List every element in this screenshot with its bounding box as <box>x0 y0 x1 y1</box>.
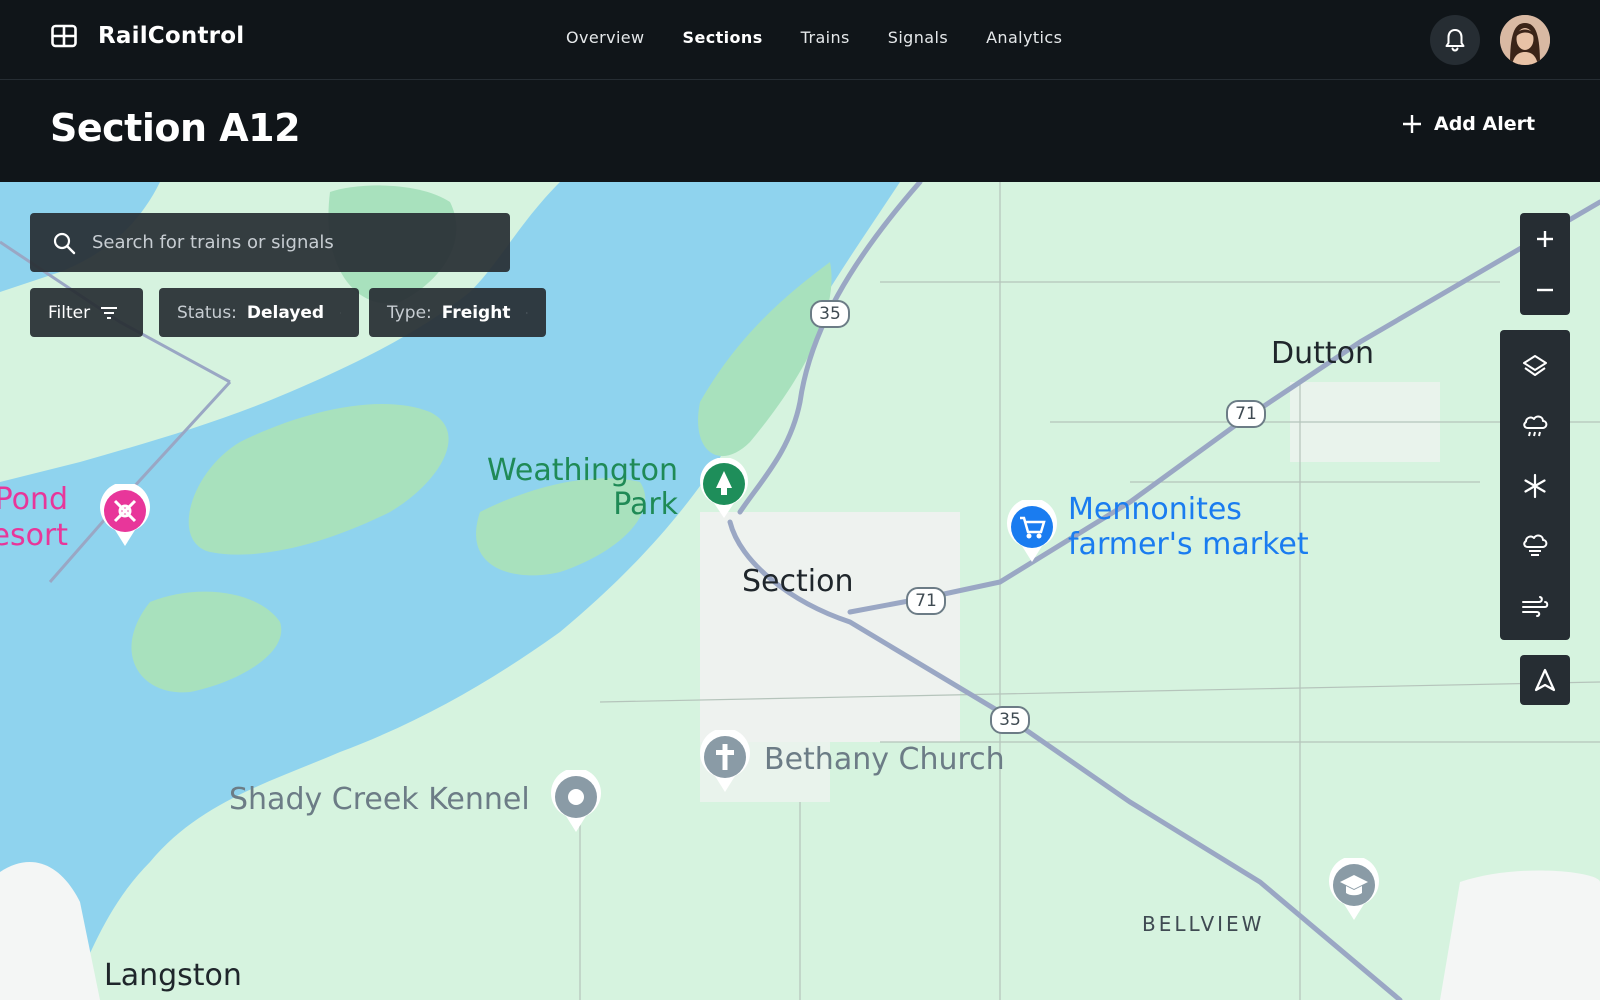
main-nav: Overview Sections Trains Signals Analyti… <box>566 28 1062 47</box>
resort-pin[interactable] <box>97 484 153 548</box>
kennel-pin[interactable] <box>548 770 604 834</box>
minus-icon <box>1537 288 1553 291</box>
navigate-icon <box>1534 668 1556 692</box>
church-pin[interactable] <box>697 730 753 794</box>
filter-chip-status[interactable]: Status: Delayed <box>159 288 359 337</box>
label-dutton: Dutton <box>1271 336 1375 371</box>
chip-status-key: Status: <box>177 302 237 323</box>
label-pond-resort: Pond Resort <box>0 482 69 553</box>
plus-icon <box>1537 230 1553 247</box>
search-bar[interactable] <box>30 213 510 272</box>
app-name: RailControl <box>98 23 245 49</box>
grid-icon <box>51 24 77 48</box>
search-input[interactable] <box>90 231 470 254</box>
snow-layer-button[interactable] <box>1500 456 1570 516</box>
page-header: Section A12 Add Alert <box>0 80 1600 182</box>
chip-type-key: Type: <box>387 302 432 323</box>
label-bellview: BELLVIEW <box>1142 912 1265 936</box>
snowflake-icon <box>1524 473 1546 499</box>
route-shield-71-east: 71 <box>1226 400 1266 428</box>
nav-sections[interactable]: Sections <box>683 28 763 47</box>
layers-icon <box>1523 355 1547 376</box>
hail-layer-button[interactable] <box>1500 516 1570 576</box>
nav-trains[interactable]: Trains <box>801 28 850 47</box>
rain-icon <box>1523 415 1548 437</box>
brand[interactable]: RailControl <box>50 22 244 50</box>
label-shady-creek-kennel: Shady Creek Kennel <box>229 782 530 817</box>
plus-icon <box>1403 115 1421 133</box>
zoom-controls <box>1520 213 1570 315</box>
locate-control <box>1520 655 1570 705</box>
label-langston: Langston <box>104 958 242 993</box>
avatar-image <box>1500 15 1550 65</box>
close-icon[interactable] <box>526 306 528 320</box>
nav-overview[interactable]: Overview <box>566 28 645 47</box>
chip-type-value: Freight <box>441 302 511 323</box>
chip-status-value: Delayed <box>246 302 325 323</box>
filter-lines-icon <box>101 306 118 319</box>
nav-signals[interactable]: Signals <box>888 28 948 47</box>
filter-chip-type[interactable]: Type: Freight <box>369 288 546 337</box>
park-pin[interactable] <box>697 458 751 520</box>
hail-icon <box>1523 534 1548 556</box>
wind-layer-button[interactable] <box>1500 576 1570 636</box>
label-weathington-park: Weathington Park <box>487 453 679 522</box>
label-mennonites-market: Mennonites farmer's market <box>1068 492 1309 562</box>
route-shield-35-south: 35 <box>990 706 1030 734</box>
market-pin[interactable] <box>1004 500 1060 564</box>
add-alert-button[interactable]: Add Alert <box>1396 112 1541 136</box>
avatar[interactable] <box>1500 15 1550 65</box>
layer-controls <box>1500 330 1570 640</box>
label-section: Section <box>742 564 854 599</box>
rain-layer-button[interactable] <box>1500 396 1570 456</box>
dot-icon <box>568 789 584 805</box>
filter-label: Filter <box>48 302 91 323</box>
close-icon[interactable] <box>340 306 341 320</box>
school-pin[interactable] <box>1326 858 1382 922</box>
layers-button[interactable] <box>1500 336 1570 396</box>
search-icon <box>53 232 76 254</box>
add-alert-label: Add Alert <box>1434 113 1536 135</box>
nav-analytics[interactable]: Analytics <box>986 28 1062 47</box>
navigate-button[interactable] <box>1520 655 1570 705</box>
route-shield-35-north: 35 <box>810 300 850 328</box>
route-shield-71-west: 71 <box>906 587 946 615</box>
bell-icon <box>1445 29 1465 52</box>
notifications-button[interactable] <box>1430 15 1480 65</box>
wind-icon <box>1522 596 1549 617</box>
label-bethany-church: Bethany Church <box>764 742 1005 777</box>
zoom-out-button[interactable] <box>1520 264 1570 315</box>
page-title: Section A12 <box>50 106 301 150</box>
filter-button[interactable]: Filter <box>30 288 143 337</box>
top-navigation-bar: RailControl Overview Sections Trains Sig… <box>0 0 1600 80</box>
zoom-in-button[interactable] <box>1520 213 1570 264</box>
